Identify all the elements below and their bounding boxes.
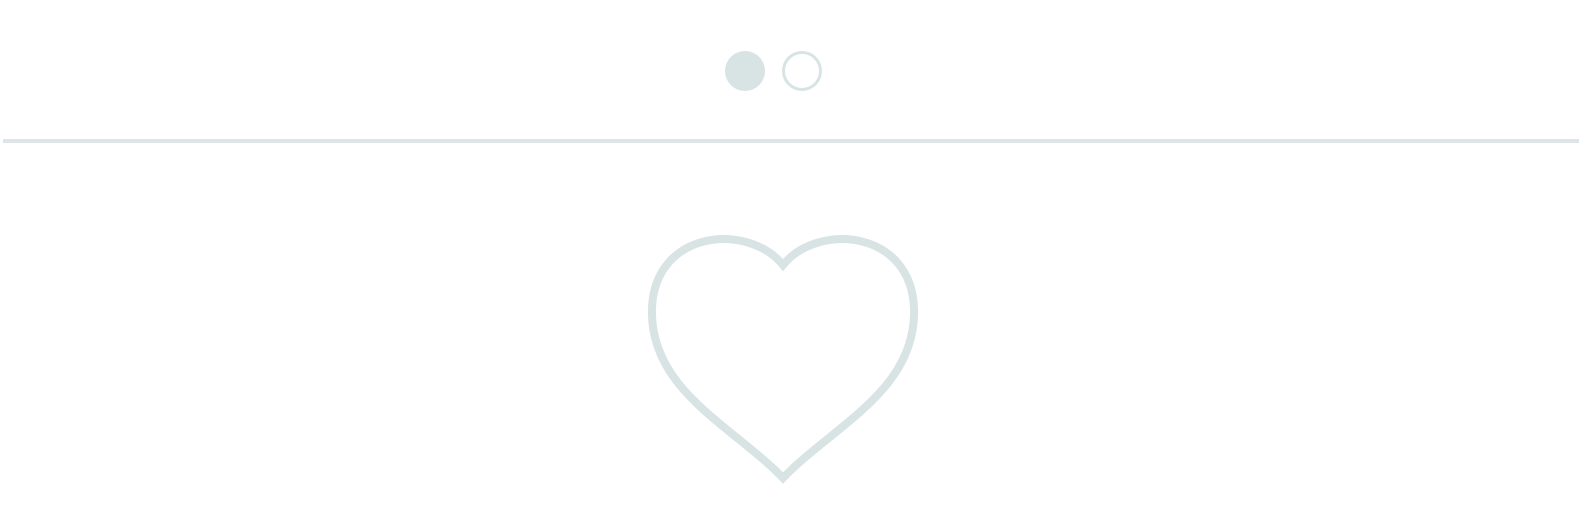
page-indicator xyxy=(725,51,855,97)
app-screen xyxy=(0,0,1579,517)
heart-outline-icon[interactable] xyxy=(643,230,923,486)
header-divider xyxy=(3,139,1579,143)
heart-outline-icon-graphic xyxy=(647,235,919,484)
page-dot-1[interactable] xyxy=(725,51,765,91)
page-dot-2[interactable] xyxy=(782,51,822,91)
